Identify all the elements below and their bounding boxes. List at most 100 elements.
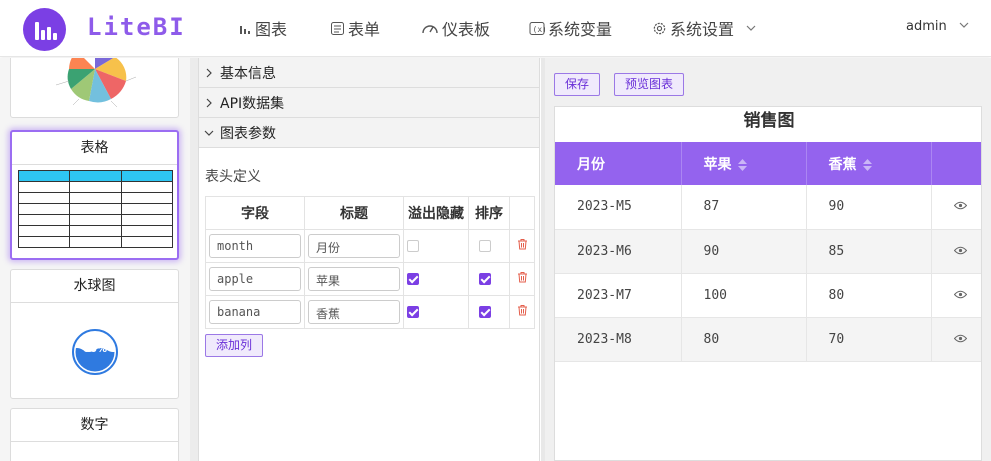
column-definition-table: 字段 标题 溢出隐藏 排序 month 月份 apple 苹果 banana 香… (205, 196, 535, 329)
eye-icon[interactable] (953, 246, 968, 255)
table-cell: 90 (806, 185, 932, 230)
nav-item-label: 系统变量 (548, 20, 613, 39)
add-column-button[interactable]: 添加列 (205, 334, 264, 357)
chevron-down-icon[interactable] (958, 19, 970, 31)
bar-chart-icon (240, 26, 250, 34)
table-cell: 2023-M6 (555, 229, 682, 274)
form-icon (331, 21, 344, 35)
nav-item-settings[interactable]: 系统设置 (652, 16, 757, 40)
column-header: 字段 (205, 196, 305, 230)
column-header[interactable]: 苹果 (681, 142, 807, 185)
table-cell: 2023-M5 (555, 185, 682, 230)
preview-title: 销售图 (743, 111, 795, 131)
chevron-down-icon (746, 25, 756, 31)
logo-icon[interactable] (23, 8, 66, 51)
overflow-hidden-checkbox[interactable] (407, 273, 419, 285)
sort-icon[interactable] (862, 158, 872, 171)
section-label: 表头定义 (205, 169, 261, 185)
table-cell: 85 (806, 229, 932, 274)
config-panel: 基本信息 API数据集 图表参数 表头定义 字段 标题 溢出隐藏 排序 mont… (199, 58, 540, 461)
component-title: 水球图 (11, 270, 178, 303)
component-palette: 表格 水球图 60% 数字 (0, 58, 190, 461)
eye-icon[interactable] (953, 201, 968, 210)
nav-item-label: 表单 (348, 20, 381, 39)
nav-item-charts[interactable]: 图表 (238, 16, 287, 40)
column-header-actions (509, 196, 535, 230)
column-header-actions (931, 142, 981, 185)
table-row: 2023-M5 87 90 (555, 185, 981, 230)
accordion-label: 基本信息 (220, 65, 276, 82)
nav-item-label: 系统设置 (670, 20, 735, 39)
user-menu[interactable]: admin (906, 19, 947, 34)
field-input[interactable]: banana (209, 300, 301, 324)
nav-item-dashboard[interactable]: 仪表板 (421, 16, 490, 40)
overflow-hidden-checkbox[interactable] (407, 306, 419, 318)
nav-item-label: 图表 (255, 20, 288, 39)
title-input[interactable]: 香蕉 (308, 300, 400, 324)
nav-item-variables[interactable]: (x) 系统变量 (529, 16, 612, 40)
chart-preview: 销售图 月份 苹果 香蕉 2023-M5 87 90 2023-M6 90 85… (554, 106, 982, 461)
brand-name: LiteBI (87, 13, 186, 41)
save-button[interactable]: 保存 (554, 73, 601, 96)
chevron-down-icon (204, 130, 214, 136)
column-header[interactable]: 香蕉 (806, 142, 932, 185)
column-header: 月份 (555, 142, 682, 185)
component-card-liquid[interactable]: 水球图 60% (10, 269, 179, 399)
component-card-table[interactable]: 表格 (10, 130, 179, 260)
gauge-icon (422, 25, 438, 34)
trash-icon[interactable] (517, 238, 528, 250)
table-cell: 90 (681, 229, 807, 274)
sortable-checkbox[interactable] (479, 273, 491, 285)
sortable-checkbox[interactable] (479, 240, 491, 252)
sortable-checkbox[interactable] (479, 306, 491, 318)
variable-icon: (x) (529, 21, 546, 35)
accordion-api-dataset[interactable]: API数据集 (199, 88, 539, 118)
chevron-right-icon (206, 98, 212, 107)
accordion-chart-params[interactable]: 图表参数 (199, 118, 539, 148)
column-header: 标题 (304, 196, 404, 230)
svg-text:(x): (x) (533, 25, 546, 34)
component-title: 数字 (11, 409, 178, 442)
table-row: apple 苹果 (205, 262, 535, 296)
table-row: month 月份 (205, 229, 535, 263)
column-header: 排序 (468, 196, 510, 230)
table-cell: 70 (806, 317, 932, 362)
field-input[interactable]: month (209, 234, 301, 258)
eye-icon[interactable] (953, 334, 968, 343)
top-header: LiteBI 图表 表单 仪表板 (x) 系统变量 系统设置 admin (0, 0, 991, 57)
title-input[interactable]: 苹果 (308, 267, 400, 291)
pie-chart-thumbnail (55, 58, 137, 108)
nav-item-forms[interactable]: 表单 (330, 16, 380, 40)
chevron-right-icon (206, 68, 212, 77)
nav-item-label: 仪表板 (442, 20, 491, 39)
sales-table: 月份 苹果 香蕉 2023-M5 87 90 2023-M6 90 85 202… (555, 142, 981, 362)
accordion-label: API数据集 (220, 95, 285, 112)
accordion-label: 图表参数 (220, 125, 276, 142)
table-row: banana 香蕉 (205, 295, 535, 329)
trash-icon[interactable] (517, 271, 528, 283)
component-card-number[interactable]: 数字 (10, 408, 179, 461)
preview-chart-button[interactable]: 预览图表 (614, 73, 685, 96)
table-cell: 80 (806, 273, 932, 318)
table-row: 2023-M7 100 80 (555, 273, 981, 318)
liquid-thumbnail: 60% (71, 328, 119, 376)
eye-icon[interactable] (953, 290, 968, 299)
accordion-basic-info[interactable]: 基本信息 (199, 58, 539, 88)
gear-icon (653, 22, 666, 34)
palette-scrollbar[interactable] (190, 58, 199, 461)
panel-splitter[interactable] (541, 58, 545, 461)
liquid-value: 60% (83, 344, 107, 355)
table-cell: 2023-M8 (555, 317, 682, 362)
table-thumbnail (17, 170, 174, 248)
overflow-hidden-checkbox[interactable] (407, 240, 419, 252)
component-card-pie[interactable] (10, 58, 179, 118)
table-cell: 80 (681, 317, 807, 362)
trash-icon[interactable] (517, 304, 528, 316)
table-row: 2023-M6 90 85 (555, 229, 981, 274)
field-input[interactable]: apple (209, 267, 301, 291)
sort-icon[interactable] (737, 158, 747, 171)
table-cell: 2023-M7 (555, 273, 682, 318)
component-title: 表格 (12, 132, 177, 165)
column-header: 溢出隐藏 (403, 196, 469, 230)
title-input[interactable]: 月份 (308, 234, 400, 258)
